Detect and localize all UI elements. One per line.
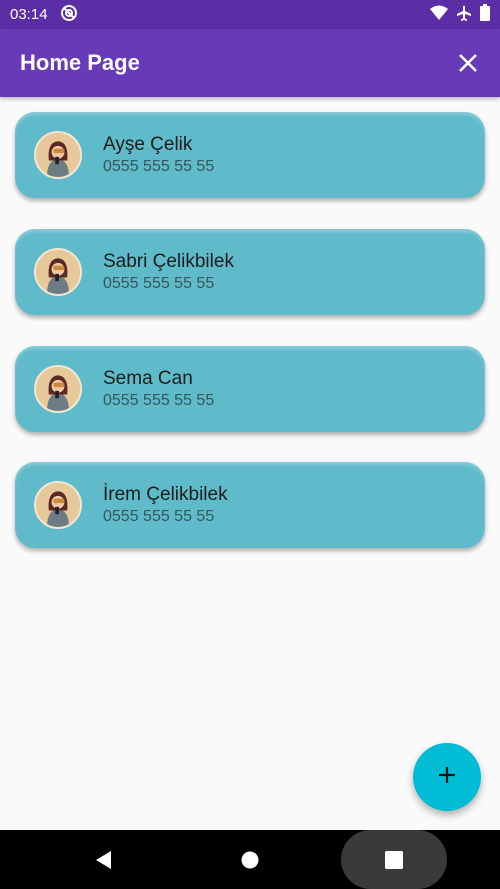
plus-icon (437, 765, 457, 790)
contact-phone: 0555 555 55 55 (103, 392, 215, 409)
status-bar: 03:14 (0, 0, 500, 29)
avatar (34, 248, 82, 296)
contact-phone: 0555 555 55 55 (103, 508, 215, 525)
contact-name: Ayşe Çelik (103, 134, 193, 155)
back-icon[interactable] (95, 851, 113, 874)
contact-card[interactable]: İrem Çelikbilek 0555 555 55 55 (15, 462, 485, 548)
status-time: 03:14 (10, 6, 48, 23)
page-title: Home Page (20, 50, 140, 75)
do-not-disturb-icon (60, 4, 78, 26)
contact-card[interactable]: Ayşe Çelik 0555 555 55 55 (15, 112, 485, 198)
wifi-icon (430, 5, 448, 25)
contact-phone: 0555 555 55 55 (103, 158, 215, 175)
contact-card[interactable]: Sema Can 0555 555 55 55 (15, 346, 485, 432)
avatar (34, 365, 82, 413)
home-icon[interactable] (241, 851, 259, 874)
battery-icon (480, 4, 490, 25)
avatar (34, 481, 82, 529)
airplane-icon (456, 5, 472, 25)
contact-phone: 0555 555 55 55 (103, 275, 215, 292)
contact-name: Sema Can (103, 368, 193, 389)
contact-name: Sabri Çelikbilek (103, 251, 234, 272)
contact-name: İrem Çelikbilek (103, 484, 228, 505)
recents-icon[interactable] (385, 851, 403, 874)
avatar (34, 131, 82, 179)
close-icon[interactable] (456, 51, 480, 75)
app-bar: Home Page (0, 29, 500, 97)
contact-card[interactable]: Sabri Çelikbilek 0555 555 55 55 (15, 229, 485, 315)
system-nav-bar (0, 830, 500, 889)
add-contact-button[interactable] (413, 743, 481, 811)
